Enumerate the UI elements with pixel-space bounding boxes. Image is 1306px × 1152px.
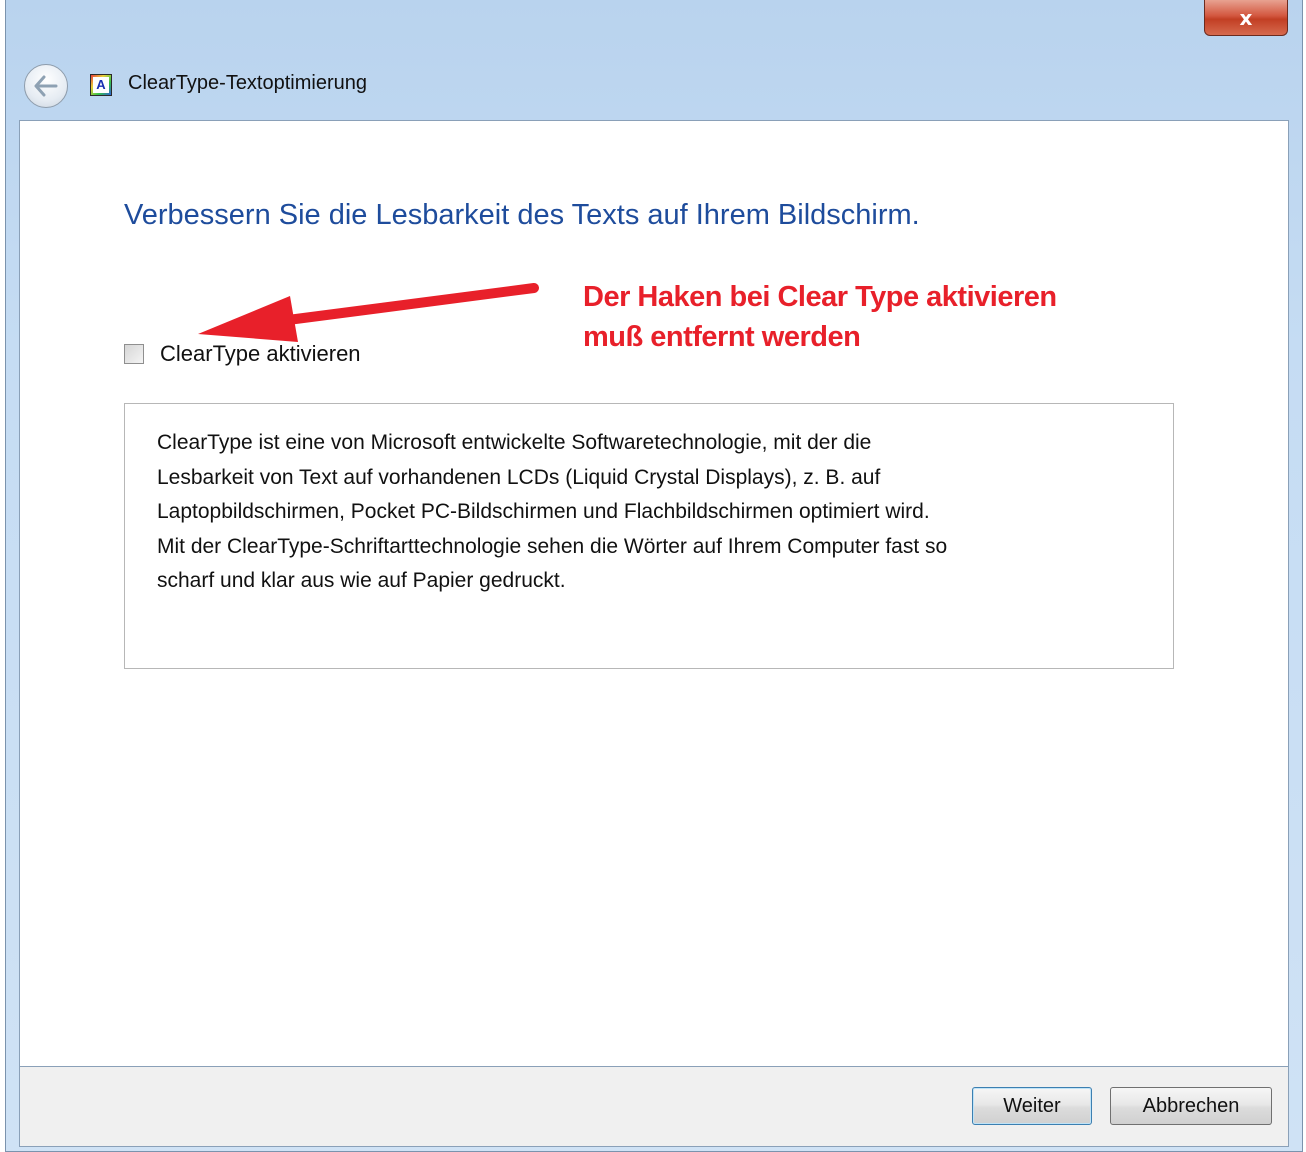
cleartype-checkbox-row[interactable]: ClearType aktivieren bbox=[124, 341, 361, 367]
back-arrow-icon bbox=[34, 75, 58, 97]
close-icon: x bbox=[1239, 5, 1253, 30]
cleartype-checkbox-label[interactable]: ClearType aktivieren bbox=[160, 341, 361, 367]
close-button[interactable]: x bbox=[1204, 0, 1288, 36]
dialog-window: x A ClearType-Textoptimierung Verbessern… bbox=[5, 0, 1303, 1152]
page-heading: Verbessern Sie die Lesbarkeit des Texts … bbox=[124, 199, 920, 231]
description-line: Mit der ClearType-Schriftarttechnologie … bbox=[157, 534, 948, 558]
description-box: ClearType ist eine von Microsoft entwick… bbox=[124, 403, 1174, 669]
back-button[interactable] bbox=[24, 64, 68, 108]
description-line: ClearType ist eine von Microsoft entwick… bbox=[157, 431, 872, 454]
cancel-button[interactable]: Abbrechen bbox=[1110, 1087, 1272, 1125]
wizard-content: Verbessern Sie die Lesbarkeit des Texts … bbox=[19, 120, 1289, 1067]
description-text: ClearType ist eine von Microsoft entwick… bbox=[157, 426, 1143, 599]
next-button[interactable]: Weiter bbox=[972, 1087, 1092, 1125]
description-line: scharf und klar aus wie auf Papier gedru… bbox=[157, 569, 566, 592]
window-title: ClearType-Textoptimierung bbox=[128, 72, 367, 94]
cleartype-app-icon: A bbox=[90, 74, 112, 96]
annotation-line-1: Der Haken bei Clear Type aktivieren bbox=[583, 281, 1057, 313]
wizard-footer: Weiter Abbrechen bbox=[19, 1067, 1289, 1147]
description-line: Lesbarkeit von Text auf vorhandenen LCDs… bbox=[157, 465, 881, 489]
cleartype-checkbox[interactable] bbox=[124, 344, 144, 364]
description-line: Laptopbildschirmen, Pocket PC-Bildschirm… bbox=[157, 500, 930, 523]
annotation-line-2: muß entfernt werden bbox=[583, 321, 861, 353]
annotation-note: Der Haken bei Clear Type aktivieren muß … bbox=[583, 277, 1057, 357]
